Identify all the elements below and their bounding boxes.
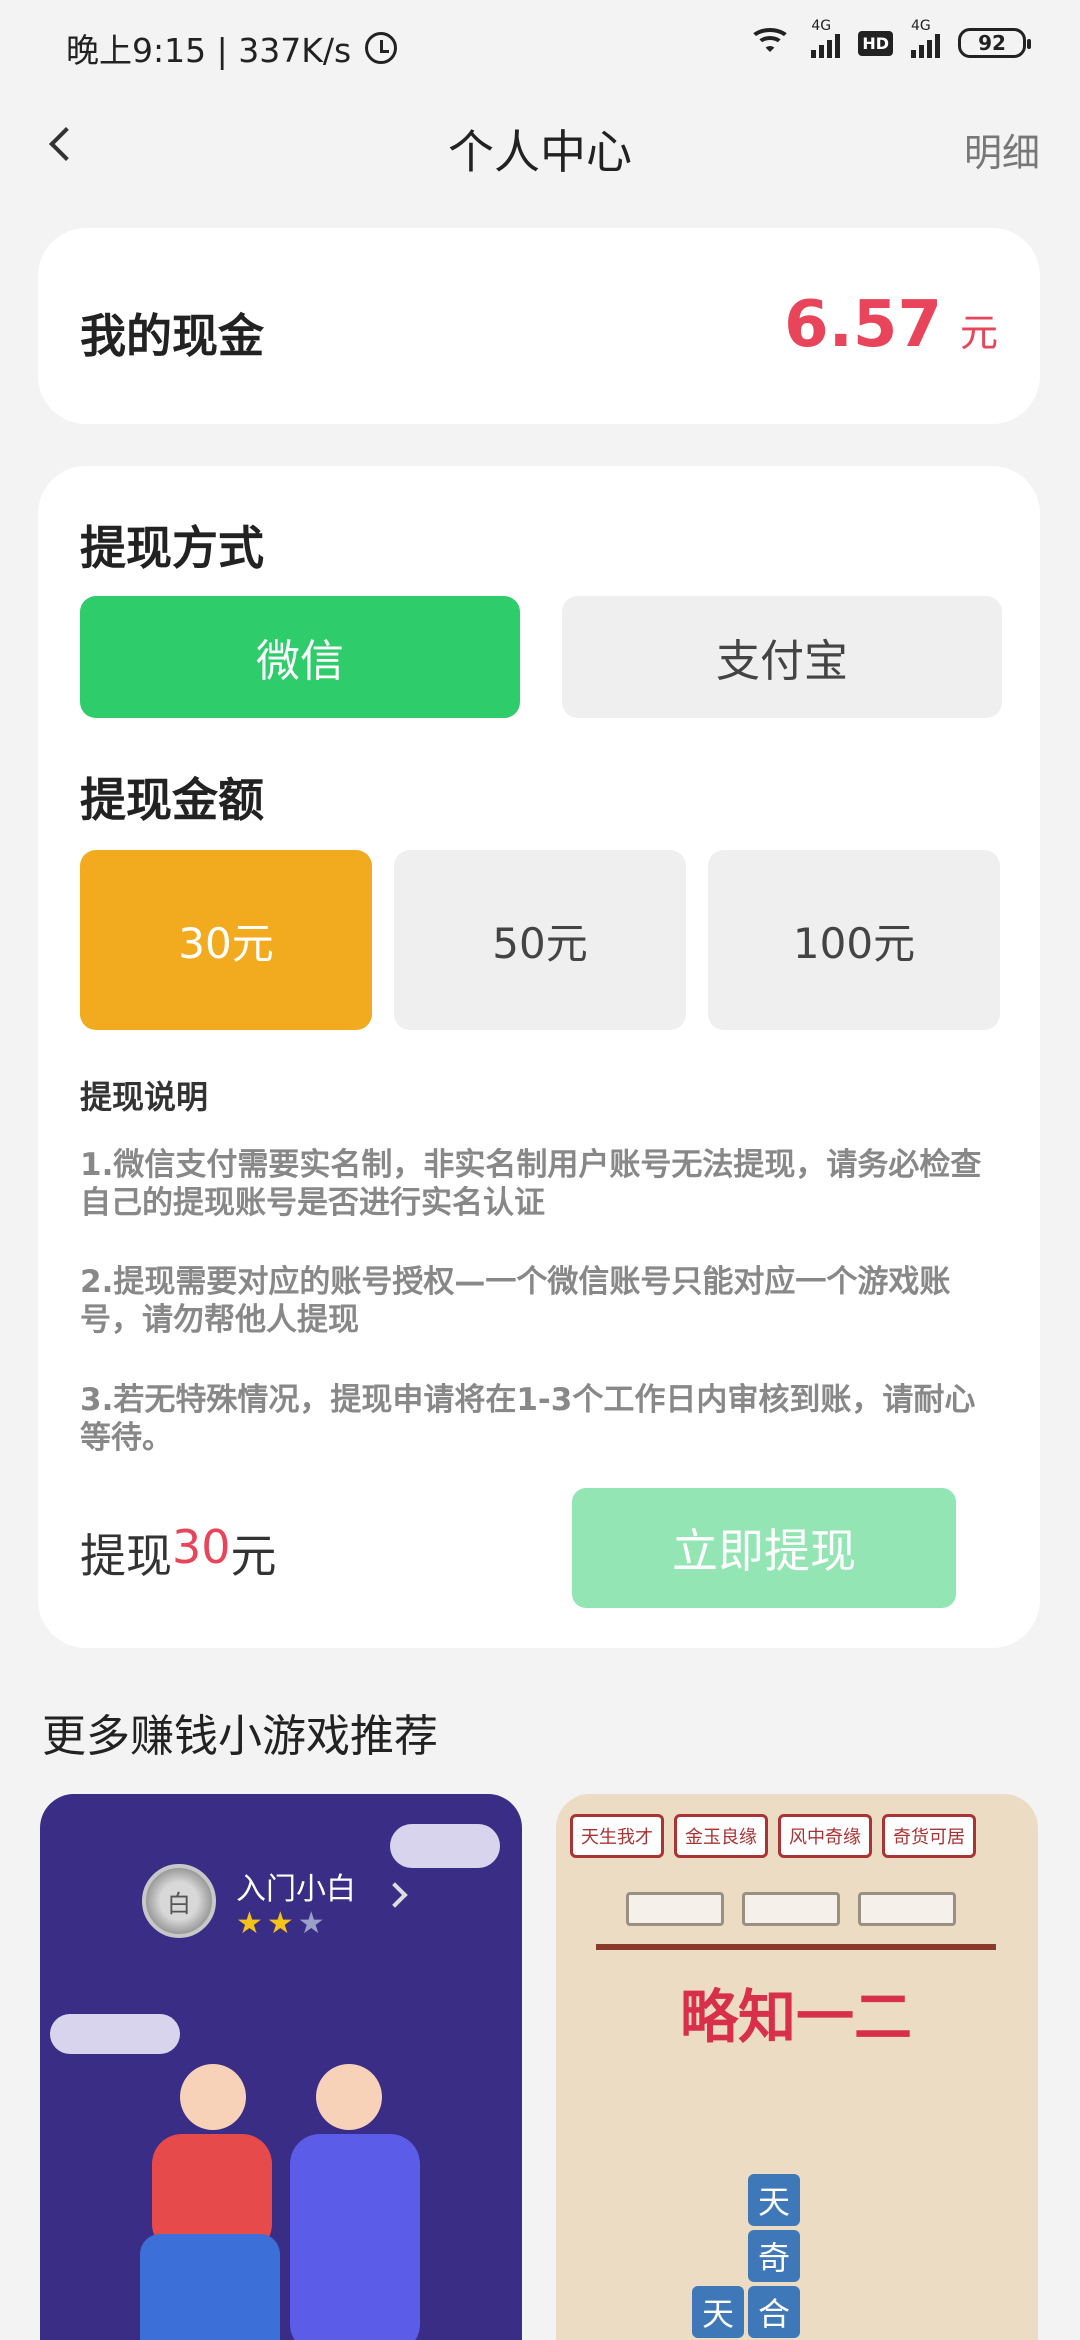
status-left: 晚上9:15 | 337K/s: [66, 24, 398, 72]
amount-100-button[interactable]: 100元: [708, 850, 1000, 1030]
note-1: 1.微信支付需要实名制，非实名制用户账号无法提现，请务必检查自己的提现账号是否进…: [80, 1147, 982, 1221]
cash-label: 我的现金: [80, 309, 264, 363]
top-nav: 个人中心 明细: [0, 100, 1080, 200]
medal-text: 白: [167, 1889, 191, 1918]
word-tile: 天: [692, 2286, 744, 2338]
status-time-speed: 晚上9:15 | 337K/s: [66, 31, 352, 70]
detail-link[interactable]: 明细: [964, 122, 1040, 177]
alarm-icon: [365, 32, 398, 64]
game2-tab: 天生我才: [570, 1814, 664, 1858]
game-card-1[interactable]: 白 入门小白 ★★★: [40, 1794, 522, 2340]
withdraw-summary: 提现 30 元: [80, 1520, 277, 1586]
word-tile: 奇: [748, 2230, 800, 2282]
network-type-1: 4G: [811, 18, 832, 34]
cash-card: 我的现金 6.57 元: [38, 228, 1040, 424]
illustration-body-man: [290, 2134, 420, 2340]
cash-value: 6.57 元: [784, 288, 998, 362]
stars-off: ★: [297, 1906, 329, 1941]
game2-banner: 略知一二: [596, 1944, 996, 2074]
cloud-icon: [390, 1824, 500, 1868]
summary-prefix: 提现: [80, 1529, 172, 1583]
summary-amount: 30: [172, 1520, 231, 1574]
cloud-icon: [50, 2014, 180, 2054]
method-wechat-button[interactable]: 微信: [80, 596, 520, 718]
signal-icon-1: 4G: [811, 18, 841, 58]
cash-unit: 元: [959, 311, 998, 355]
word-tile: 合: [748, 2286, 800, 2338]
game2-tabs: 天生我才 金玉良缘 风中奇缘 奇货可居: [570, 1814, 976, 1858]
summary-unit: 元: [230, 1529, 277, 1583]
note-3: 3.若无特殊情况，提现申请将在1-3个工作日内审核到账，请耐心等待。: [80, 1382, 976, 1456]
hd-icon: HD: [858, 30, 893, 56]
method-alipay-button[interactable]: 支付宝: [562, 596, 1002, 718]
medal-icon: 白: [142, 1864, 216, 1938]
wifi-icon: [747, 26, 793, 60]
scroll-slots: [626, 1892, 956, 1926]
stars-on: ★★: [236, 1906, 298, 1941]
more-games-title: 更多赚钱小游戏推荐: [42, 1711, 438, 1762]
status-right: 4G HD 4G 92: [747, 18, 1031, 60]
page-title: 个人中心: [448, 125, 632, 179]
chevron-right-icon: [382, 1882, 408, 1908]
illustration-head-man: [316, 2064, 382, 2130]
amount-30-button[interactable]: 30元: [80, 850, 372, 1030]
game2-tab: 风中奇缘: [778, 1814, 872, 1858]
amount-50-button[interactable]: 50元: [394, 850, 686, 1030]
game1-badge-name: 入门小白: [236, 1872, 356, 1907]
note-2: 2.提现需要对应的账号授权—一个微信账号只能对应一个游戏账号，请勿帮他人提现: [80, 1264, 951, 1338]
game2-tab: 金玉良缘: [674, 1814, 768, 1858]
withdraw-amount-title: 提现金额: [80, 773, 264, 827]
game2-tab: 奇货可居: [882, 1814, 976, 1858]
battery-icon: 92: [958, 28, 1031, 58]
illustration-skirt: [140, 2234, 280, 2340]
game2-banner-text: 略知一二: [679, 1983, 912, 2051]
withdraw-card: 提现方式 微信 支付宝 提现金额 30元 50元 100元 提现说明 1.微信支…: [38, 466, 1040, 1648]
word-tile: 天: [748, 2174, 800, 2226]
game-card-2[interactable]: 天生我才 金玉良缘 风中奇缘 奇货可居 略知一二 天 奇 天 合: [556, 1794, 1038, 2340]
withdraw-method-title: 提现方式: [80, 521, 264, 575]
cash-amount: 6.57: [784, 288, 942, 362]
star-rating-icon: ★★★: [236, 1906, 329, 1941]
withdraw-submit-button[interactable]: 立即提现: [572, 1488, 956, 1608]
battery-level: 92: [978, 31, 1006, 55]
status-bar: 晚上9:15 | 337K/s 4G HD 4G 92: [0, 0, 1080, 96]
network-type-2: 4G: [911, 18, 931, 34]
signal-icon-2: 4G: [911, 18, 940, 58]
notes-title: 提现说明: [80, 1078, 209, 1116]
illustration-head-woman: [180, 2064, 246, 2130]
